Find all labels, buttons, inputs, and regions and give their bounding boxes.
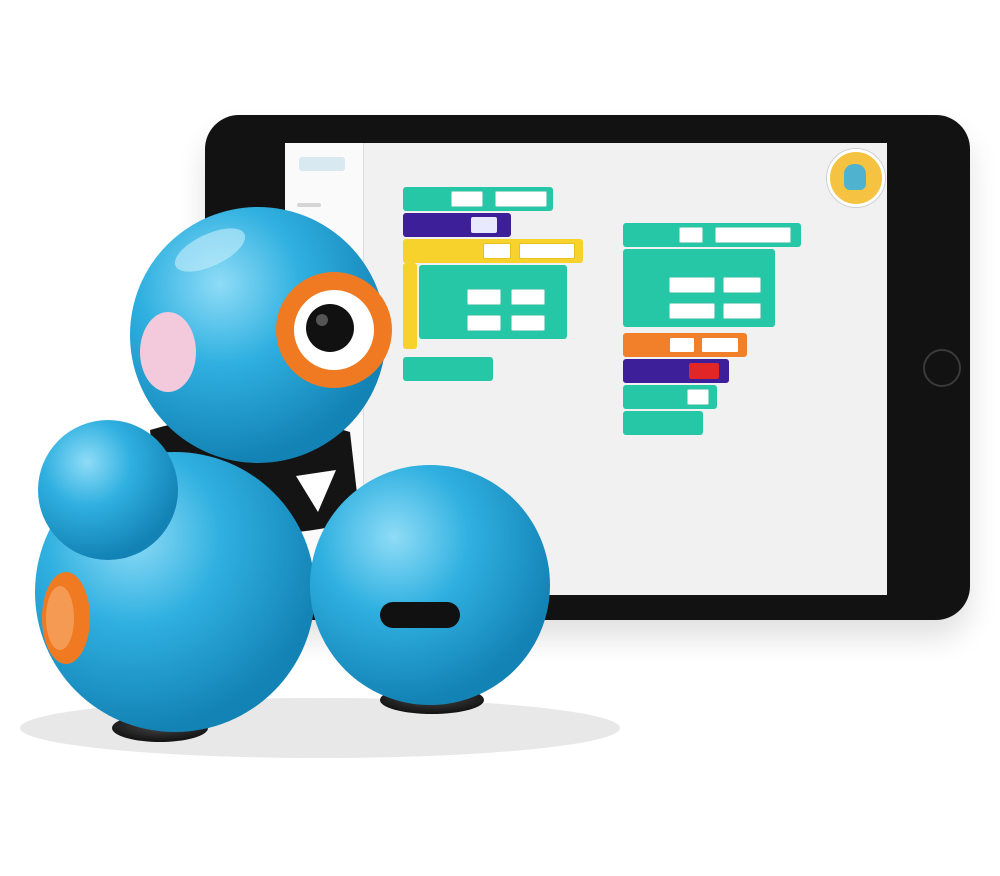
ear-light <box>140 312 196 392</box>
product-photo <box>0 0 1000 876</box>
left-side-light-inner <box>46 586 74 650</box>
robot-right-body <box>310 465 550 705</box>
robot-back-body <box>38 420 178 560</box>
toy-robot <box>20 207 620 758</box>
eye-highlight <box>316 314 328 326</box>
speaker-grille <box>380 602 460 628</box>
eye-pupil <box>306 304 354 352</box>
